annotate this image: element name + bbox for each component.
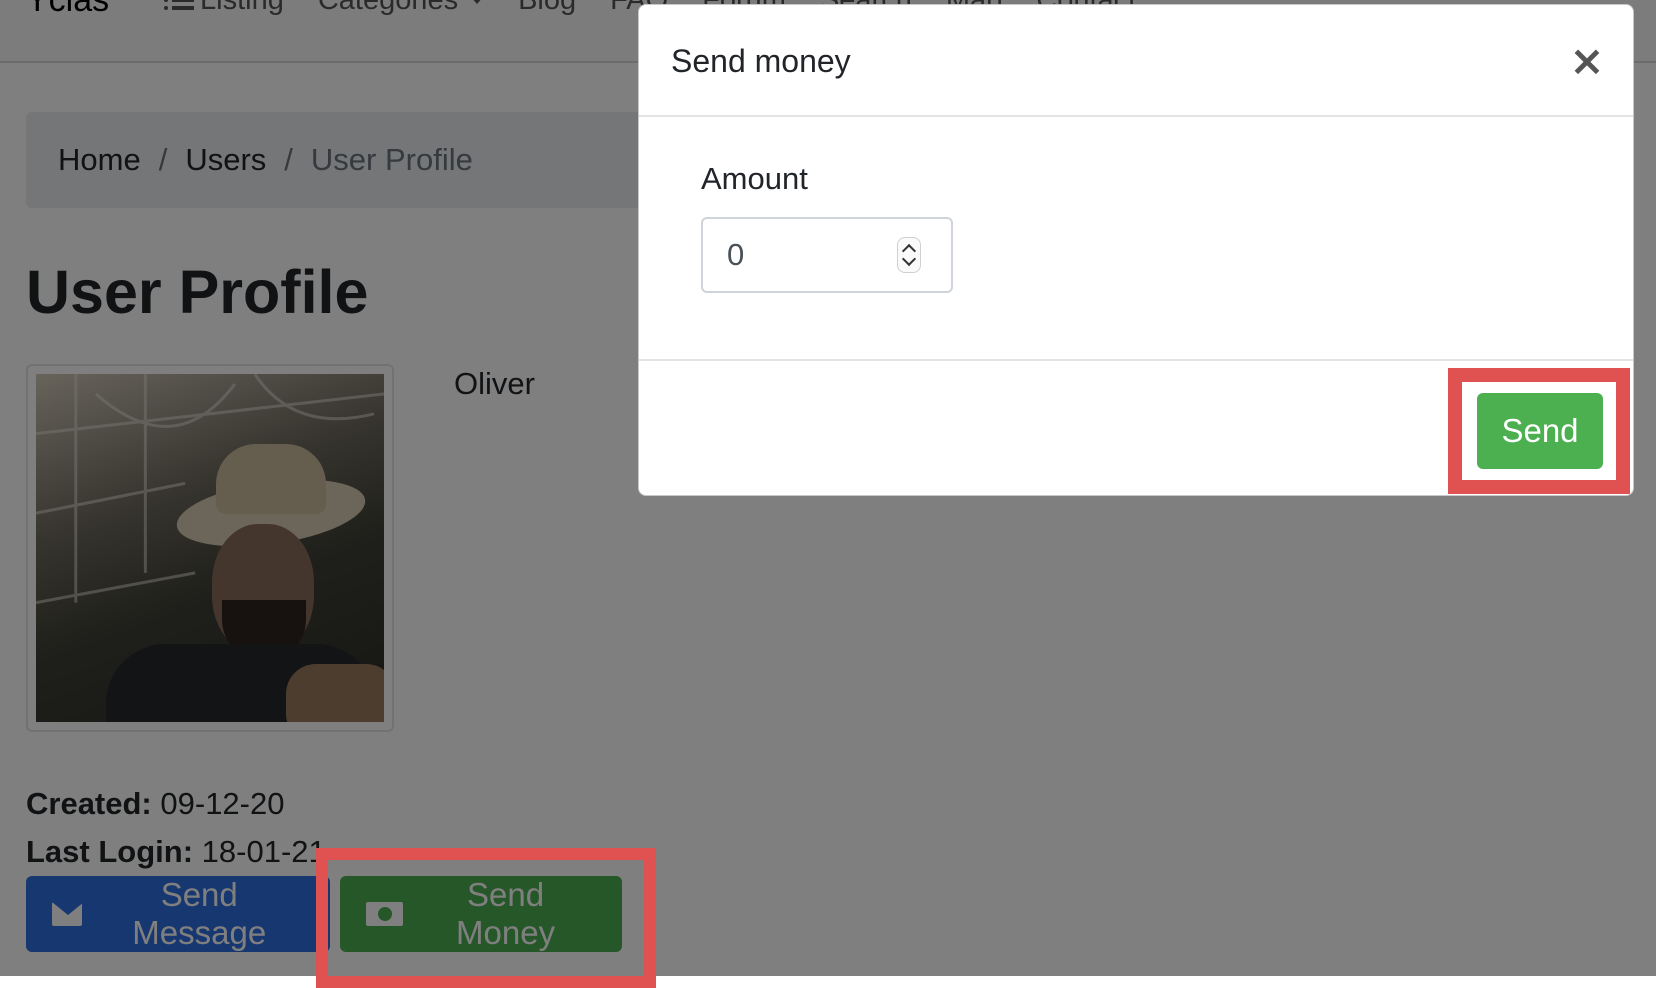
highlight-box-send-money <box>316 848 656 988</box>
amount-label: Amount <box>701 161 808 196</box>
highlight-box-send <box>1448 368 1630 494</box>
modal-title: Send money <box>671 43 851 79</box>
modal-body: Amount <box>639 117 1633 359</box>
close-icon[interactable]: × <box>1567 40 1607 82</box>
modal-header: Send money × <box>639 5 1633 117</box>
number-stepper-icon[interactable] <box>897 237 921 273</box>
